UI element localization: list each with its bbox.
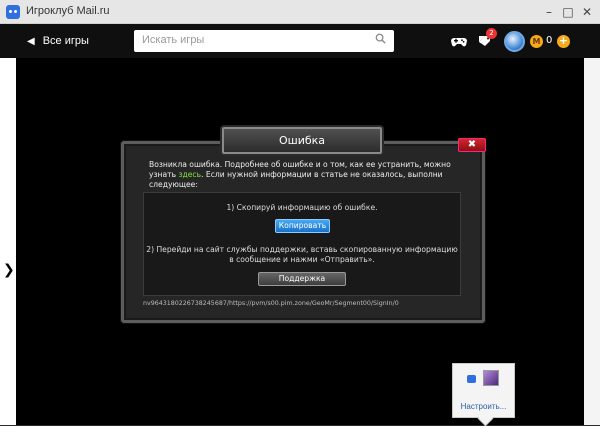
error-info-text: nv9643180226738245687/https://pvm/s00.pi… (143, 300, 399, 307)
notifications-badge: 2 (486, 28, 497, 39)
step-2-text: 2) Перейди на сайт службы поддержки, вст… (146, 245, 458, 264)
copy-button[interactable]: Копировать (275, 219, 330, 233)
maximize-button[interactable]: □ (559, 3, 577, 21)
right-panel (584, 58, 600, 425)
add-coins-button[interactable]: + (557, 35, 570, 48)
search-placeholder: Искать игры (142, 34, 205, 46)
app-tray-icon[interactable] (483, 370, 499, 386)
chevron-left-icon: ◀ (27, 35, 35, 47)
dialog-title: Ошибка (278, 134, 326, 147)
support-button[interactable]: Поддержка (258, 272, 346, 286)
all-games-button[interactable]: ◀ Все игры (27, 32, 89, 50)
help-link[interactable]: здесь (178, 170, 201, 179)
error-description: Возникла ошибка. Подробнее об ошибке и о… (149, 160, 459, 190)
title-bar: Игроклуб Mail.ru – □ ✕ (0, 0, 600, 24)
coin-icon: М (530, 35, 543, 48)
search-input[interactable]: Искать игры (134, 30, 394, 52)
all-games-label: Все игры (42, 35, 89, 47)
chevron-right-icon[interactable]: ❯ (3, 262, 15, 278)
tray-popup: Настроить... (452, 363, 515, 418)
dialog-title-plate: Ошибка (222, 127, 382, 154)
close-window-button[interactable]: ✕ (578, 3, 596, 21)
search-icon[interactable] (375, 33, 386, 44)
coin-balance: 0 (546, 35, 553, 46)
minimize-button[interactable]: – (540, 3, 558, 21)
gamepad-logo-icon (6, 5, 20, 19)
window-title: Игроклуб Mail.ru (26, 5, 110, 17)
close-dialog-button[interactable]: ✖ (458, 138, 486, 152)
configure-link[interactable]: Настроить... (453, 402, 514, 411)
gamepad-icon[interactable] (450, 32, 468, 50)
gamepad-tray-icon[interactable] (467, 375, 476, 383)
avatar[interactable] (504, 31, 525, 52)
left-panel: ❯ (0, 58, 16, 425)
step-1-text: 1) Скопируй информацию об ошибке. (226, 203, 378, 212)
